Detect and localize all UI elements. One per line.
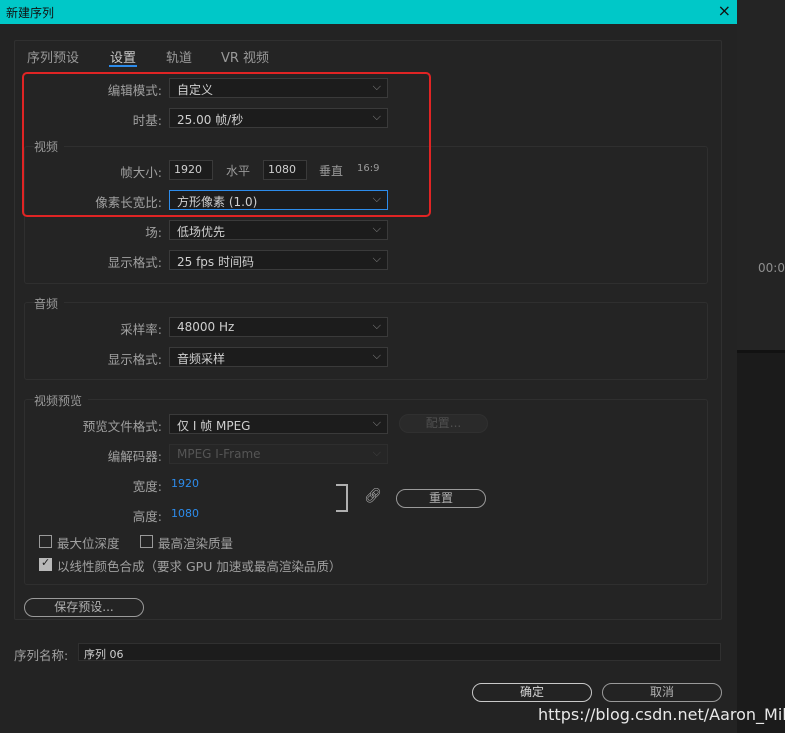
chevron-down-icon: ⌵ — [372, 349, 381, 362]
preview-height-value[interactable]: 1080 — [171, 507, 199, 520]
chevron-down-icon: ⌵ — [372, 222, 381, 235]
audio-group — [24, 302, 708, 380]
sample-rate-dropdown[interactable]: 48000 Hz ⌵ — [169, 317, 388, 337]
max-render-quality-checkbox[interactable] — [140, 535, 153, 548]
audio-display-format-dropdown[interactable]: 音频采样 ⌵ — [169, 347, 388, 367]
codec-value: MPEG I-Frame — [177, 447, 261, 461]
field-label: 场: — [145, 225, 162, 240]
chevron-down-icon: ⌵ — [372, 416, 381, 429]
ok-button[interactable]: 确定 — [472, 683, 592, 702]
audio-display-format-value: 音频采样 — [177, 352, 226, 366]
chevron-down-icon: ⌵ — [372, 446, 381, 459]
preview-file-format-label: 预览文件格式: — [82, 419, 162, 434]
new-sequence-dialog: 新建序列 × 序列预设 设置 轨道 VR 视频 编辑模式: 自定义 ⌵ 时基: 2… — [0, 0, 737, 733]
cancel-button[interactable]: 取消 — [602, 683, 722, 702]
linear-color-label: 以线性颜色合成（要求 GPU 加速或最高渲染品质） — [57, 559, 342, 574]
sample-rate-label: 采样率: — [120, 322, 162, 337]
sequence-name-label: 序列名称: — [14, 648, 69, 663]
active-tab-indicator — [109, 65, 137, 67]
audio-group-title: 音频 — [34, 295, 65, 312]
highlight-annotation-box — [22, 72, 431, 217]
tab-sequence-presets[interactable]: 序列预设 — [27, 47, 79, 66]
chevron-down-icon: ⌵ — [372, 319, 381, 332]
preview-width-value[interactable]: 1920 — [171, 477, 199, 490]
tab-settings[interactable]: 设置 — [110, 47, 136, 66]
watermark-text: https://blog.csdn.net/Aaron_Miller — [538, 705, 785, 724]
max-render-quality-label: 最高渲染质量 — [158, 536, 234, 551]
link-bracket — [336, 484, 348, 512]
field-value: 低场优先 — [177, 225, 226, 239]
window-title: 新建序列 — [6, 6, 55, 20]
linear-color-checkbox[interactable] — [39, 556, 52, 571]
codec-dropdown[interactable]: MPEG I-Frame ⌵ — [169, 444, 388, 464]
video-display-format-dropdown[interactable]: 25 fps 时间码 ⌵ — [169, 250, 388, 270]
link-icon[interactable]: 🔗︎ — [364, 488, 382, 504]
save-preset-button[interactable]: 保存预设... — [24, 598, 144, 617]
preview-height-label: 高度: — [132, 509, 162, 524]
video-display-format-value: 25 fps 时间码 — [177, 255, 254, 269]
audio-display-format-label: 显示格式: — [107, 352, 162, 367]
field-dropdown[interactable]: 低场优先 ⌵ — [169, 220, 388, 240]
tab-tracks[interactable]: 轨道 — [166, 47, 192, 66]
preview-width-label: 宽度: — [132, 479, 162, 494]
configure-button[interactable]: 配置... — [399, 414, 488, 433]
max-bit-depth-checkbox[interactable] — [39, 535, 52, 548]
video-display-format-label: 显示格式: — [107, 255, 162, 270]
title-bar: 新建序列 × — [0, 0, 737, 24]
close-icon[interactable]: × — [718, 1, 731, 20]
background-panel-top — [737, 0, 785, 350]
sample-rate-value: 48000 Hz — [177, 320, 235, 334]
background-timecode: 00:0 — [758, 261, 785, 275]
preview-file-format-value: 仅 I 帧 MPEG — [177, 419, 251, 433]
sequence-name-field[interactable]: 序列 06 — [78, 643, 721, 661]
reset-button[interactable]: 重置 — [396, 489, 486, 508]
max-bit-depth-label: 最大位深度 — [57, 536, 120, 551]
preview-file-format-dropdown[interactable]: 仅 I 帧 MPEG ⌵ — [169, 414, 388, 434]
video-preview-group-title: 视频预览 — [34, 392, 89, 409]
codec-label: 编解码器: — [107, 449, 162, 464]
panel-divider — [737, 350, 785, 353]
chevron-down-icon: ⌵ — [372, 252, 381, 265]
tab-vr-video[interactable]: VR 视频 — [221, 47, 269, 66]
